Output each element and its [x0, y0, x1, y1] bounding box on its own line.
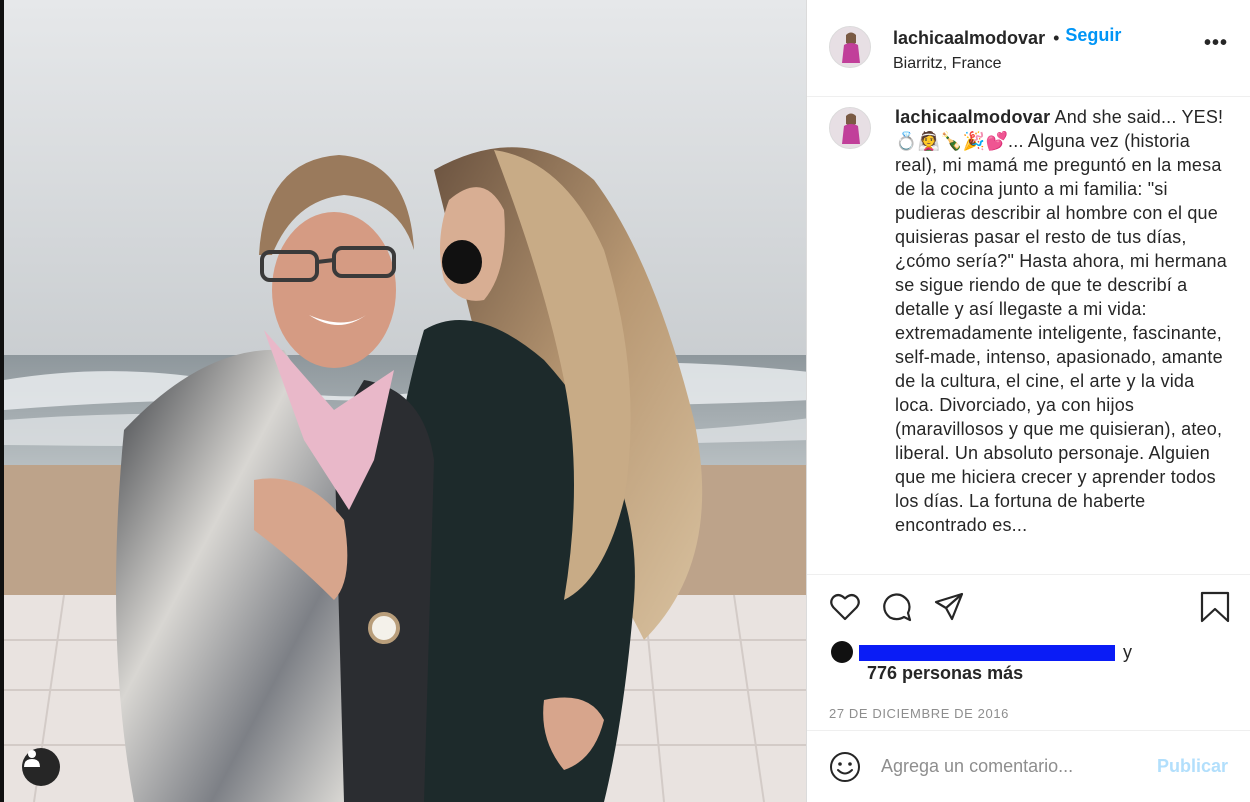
likes-summary: y 776 personas más [807, 639, 1250, 697]
share-icon [934, 592, 964, 621]
caption-author-avatar[interactable] [829, 107, 871, 149]
separator-dot: • [1053, 28, 1060, 48]
caption-area: lachicaalmodovar And she said... YES! 💍👰… [807, 97, 1250, 575]
comment-input[interactable] [881, 756, 1147, 777]
author-username[interactable]: lachicaalmodovar [893, 28, 1045, 49]
comment-bar: Publicar [807, 731, 1250, 802]
avatar-image [830, 108, 870, 148]
more-options-icon[interactable]: ••• [1204, 33, 1228, 53]
user-icon [24, 750, 40, 767]
save-button[interactable] [1200, 591, 1230, 628]
likes-count-link[interactable]: 776 personas más [829, 663, 1228, 684]
heart-icon [830, 594, 860, 621]
post-header: lachicaalmodovar • Seguir Biarritz, Fran… [807, 0, 1250, 97]
bookmark-icon [1200, 591, 1230, 623]
post-modal: lachicaalmodovar • Seguir Biarritz, Fran… [0, 0, 1250, 802]
post-date[interactable]: 27 DE DICIEMBRE DE 2016 [807, 697, 1250, 731]
author-avatar[interactable] [829, 26, 871, 68]
avatar-image [830, 27, 870, 67]
post-location[interactable]: Biarritz, France [893, 55, 1121, 73]
like-button[interactable] [829, 591, 861, 623]
liker-avatar[interactable] [831, 641, 853, 663]
caption-text: lachicaalmodovar And she said... YES! 💍👰… [895, 105, 1228, 574]
comment-icon [883, 593, 912, 622]
follow-button[interactable]: Seguir [1065, 25, 1121, 46]
emoji-icon [830, 751, 860, 782]
emoji-button[interactable] [829, 751, 861, 783]
photo-illustration [4, 0, 806, 802]
comment-button[interactable] [881, 591, 913, 623]
post-sidebar: lachicaalmodovar • Seguir Biarritz, Fran… [806, 0, 1250, 802]
publish-button[interactable]: Publicar [1157, 756, 1228, 777]
redacted-liker-name [859, 645, 1115, 661]
action-bar [807, 575, 1250, 639]
caption-username[interactable]: lachicaalmodovar [895, 107, 1050, 127]
caption-body: And she said... YES! 💍👰🍾🎉💕... Alguna vez… [895, 107, 1233, 535]
post-photo[interactable] [0, 0, 806, 802]
tagged-users-button[interactable] [22, 748, 60, 786]
likes-and-label: y [1123, 641, 1132, 662]
share-button[interactable] [933, 591, 965, 623]
